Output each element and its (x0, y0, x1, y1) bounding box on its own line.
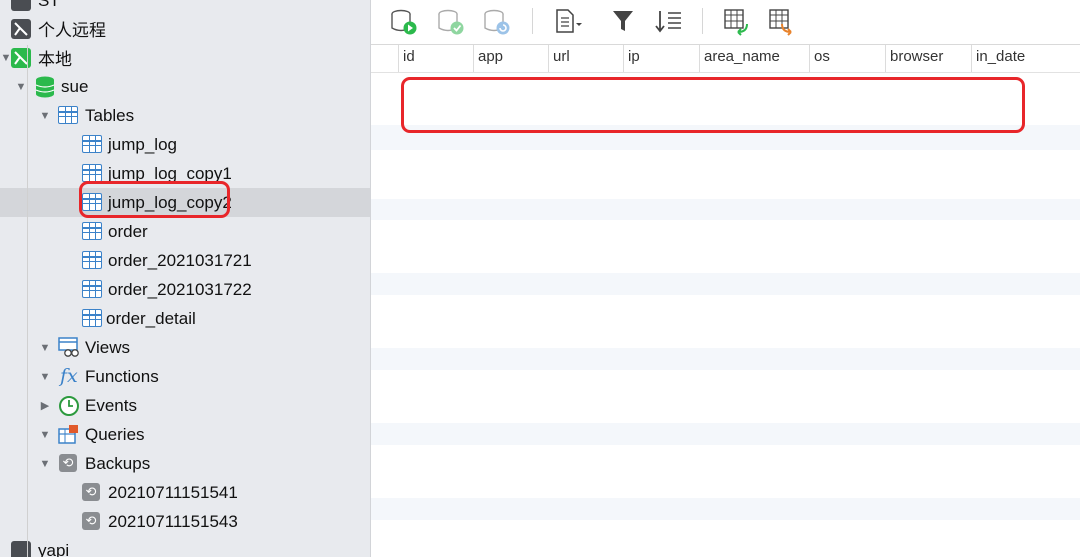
tree-item-table[interactable]: order_detail (0, 304, 370, 333)
tree-item-label: 个人远程 (38, 21, 106, 40)
tree-item-backups[interactable]: ▼ ⟲ Backups (0, 449, 370, 478)
data-grid[interactable]: id app url ip area_name os browser in_da… (371, 45, 1080, 557)
table-icon (82, 135, 102, 153)
clock-icon (58, 395, 79, 416)
tree-item-table[interactable]: order_2021031722 (0, 275, 370, 304)
object-tree-sidebar: ST 个人远程 ▼ 本地 ▼ sue ▼ Tables jump_log jum… (0, 0, 371, 557)
toolbar (371, 0, 1080, 45)
highlight-annotation (79, 181, 230, 218)
tree-item-functions[interactable]: ▼ fx Functions (0, 362, 370, 391)
tree-item-table[interactable]: order_2021031721 (0, 246, 370, 275)
disclosure-arrow-expanded-icon[interactable]: ▼ (39, 342, 51, 354)
tree-item-label: jump_log (108, 134, 177, 154)
filter-icon[interactable] (610, 8, 638, 36)
tables-icon (58, 106, 78, 124)
tree-item-events[interactable]: ▶ Events (0, 391, 370, 420)
tree-item-database-sue[interactable]: ▼ sue (0, 72, 370, 101)
database-icon (35, 76, 55, 98)
tree-item-tables[interactable]: ▼ Tables (0, 101, 370, 130)
tree-item-label: Functions (85, 366, 159, 386)
tree-item-backup[interactable]: ⟲ 20210711151543 (0, 507, 370, 536)
column-header-browser[interactable]: browser (885, 45, 971, 72)
query-icon (58, 424, 78, 444)
tree-item-views[interactable]: ▼ Views (0, 333, 370, 362)
tree-item-backup[interactable]: ⟲ 20210711151541 (0, 478, 370, 507)
views-icon (58, 337, 79, 357)
backup-icon: ⟲ (59, 454, 77, 472)
db-run-icon[interactable] (390, 8, 418, 36)
tree-item-label: 20210711151543 (108, 511, 238, 531)
table-icon (82, 280, 102, 298)
tree-item-label: order_2021031722 (108, 279, 252, 299)
grid-stripe-row (371, 348, 1080, 370)
column-header-id[interactable]: id (398, 45, 473, 72)
tree-item-label: 20210711151541 (108, 482, 238, 502)
toolbar-separator (532, 8, 533, 34)
table-icon (82, 309, 102, 327)
tree-item-label: 本地 (38, 50, 72, 69)
backup-icon: ⟲ (82, 512, 100, 530)
tree-item-connection-st[interactable]: ST (0, 0, 370, 15)
column-header-os[interactable]: os (809, 45, 885, 72)
grid-stripe-row (371, 423, 1080, 445)
disclosure-arrow-expanded-icon[interactable]: ▼ (15, 81, 27, 93)
tree-item-connection-yapi[interactable]: yapi (0, 536, 370, 557)
tree-item-label: sue (61, 76, 89, 96)
table-icon (82, 164, 102, 182)
disclosure-arrow-expanded-icon[interactable]: ▼ (39, 429, 51, 441)
tree-item-table[interactable]: jump_log (0, 130, 370, 159)
table-icon (82, 251, 102, 269)
db-check-icon[interactable] (437, 8, 465, 36)
tree-item-label: Views (85, 337, 131, 357)
row-number-gutter (27, 45, 28, 557)
connection-icon (11, 19, 31, 39)
toolbar-separator (702, 8, 703, 34)
tree-item-label: order_2021031721 (108, 250, 252, 270)
tree-item-label: yapi (38, 540, 70, 557)
tree-item-label: Backups (85, 453, 151, 473)
table-icon (82, 222, 102, 240)
tree-item-table[interactable]: order (0, 217, 370, 246)
tree-item-queries[interactable]: ▼ Queries (0, 420, 370, 449)
table-export-icon[interactable] (768, 8, 796, 36)
sort-icon[interactable] (654, 8, 682, 36)
grid-stripe-row (371, 273, 1080, 295)
column-header-app[interactable]: app (473, 45, 548, 72)
column-header-url[interactable]: url (548, 45, 623, 72)
column-header-ip[interactable]: ip (623, 45, 699, 72)
backup-icon: ⟲ (82, 483, 100, 501)
tree-item-label: order (108, 221, 148, 241)
tree-item-label: order_detail (106, 308, 196, 328)
disclosure-arrow-expanded-icon[interactable]: ▼ (39, 110, 51, 122)
db-refresh-icon[interactable] (483, 8, 511, 36)
tree-item-label: Events (85, 395, 137, 415)
grid-header: id app url ip area_name os browser in_da… (371, 45, 1080, 73)
function-icon: fx (60, 365, 78, 387)
disclosure-arrow-expanded-icon[interactable]: ▼ (39, 458, 51, 470)
tree-item-label: ST (38, 0, 60, 10)
connection-icon (11, 0, 31, 11)
document-menu-icon[interactable] (554, 8, 582, 36)
grid-stripe-row (371, 199, 1080, 220)
connection-icon (11, 541, 31, 557)
tree-item-label: Queries (85, 424, 145, 444)
tree-item-local[interactable]: ▼ 本地 (0, 43, 370, 72)
mysql-connection-icon (11, 48, 31, 68)
tree-item-personal-remote[interactable]: 个人远程 (0, 14, 370, 43)
column-header-in-date[interactable]: in_date (971, 45, 1080, 72)
table-import-icon[interactable] (723, 8, 751, 36)
column-header-area-name[interactable]: area_name (699, 45, 809, 72)
disclosure-arrow-expanded-icon[interactable]: ▼ (39, 371, 51, 383)
highlight-annotation (401, 77, 1025, 133)
grid-stripe-row (371, 498, 1080, 520)
tree-item-label: Tables (85, 105, 135, 125)
disclosure-arrow-collapsed-icon[interactable]: ▶ (39, 400, 51, 412)
